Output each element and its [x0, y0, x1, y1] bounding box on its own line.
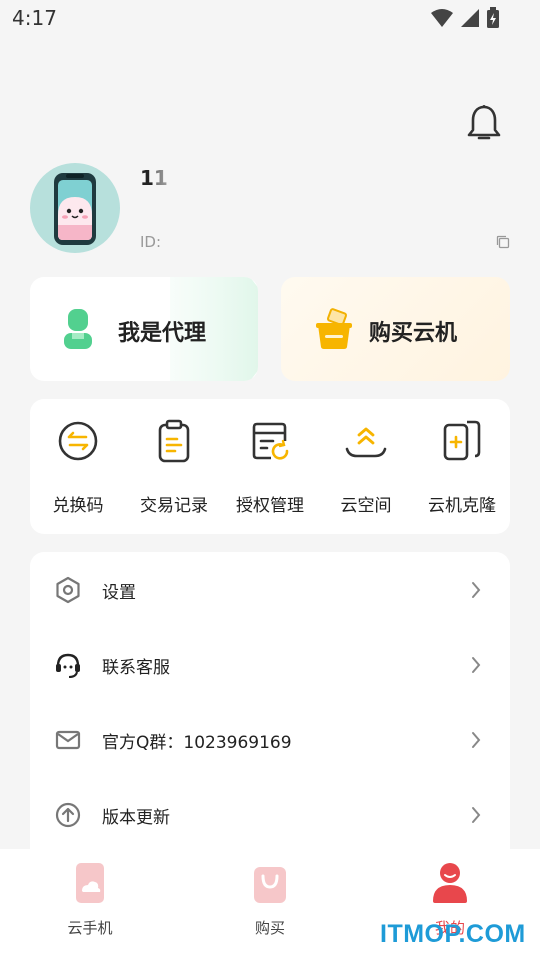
agent-person-icon: [58, 307, 98, 351]
menu-item-version-update[interactable]: 版本更新: [30, 777, 510, 852]
update-icon: [55, 802, 81, 828]
exchange-icon: [58, 421, 98, 461]
quick-action-label: 云机克隆: [428, 496, 496, 516]
quick-actions-grid: 兑换码 交易记录 授权管理 云空间 云机克隆: [30, 399, 510, 534]
clipboard-icon: [158, 419, 190, 463]
chevron-right-icon: [472, 807, 481, 823]
quick-action-authorization[interactable]: 授权管理: [222, 399, 318, 534]
menu-item-label: 官方Q群：1023969169: [102, 733, 292, 753]
agent-card[interactable]: 我是代理: [30, 277, 258, 381]
settings-icon: [56, 576, 80, 604]
user-id: ID:: [140, 233, 480, 253]
menu-item-settings[interactable]: 设置: [30, 552, 510, 627]
menu-list: 设置 联系客服 官方Q群：1023969169 版本更新: [30, 552, 510, 872]
quick-action-label: 兑换码: [52, 496, 104, 516]
cell-signal-icon: [461, 9, 479, 27]
quick-action-label: 云空间: [340, 496, 392, 516]
nav-label: 云手机: [67, 919, 113, 937]
username: 11: [140, 166, 274, 190]
quick-action-clone[interactable]: 云机克隆: [414, 399, 510, 534]
chevron-right-icon: [472, 582, 481, 598]
chevron-right-icon: [472, 732, 481, 748]
menu-item-label: 版本更新: [102, 808, 170, 828]
wifi-icon: [431, 9, 453, 27]
menu-item-label: 设置: [102, 583, 136, 603]
nav-tab-purchase[interactable]: 购买: [180, 849, 360, 960]
agent-label: 我是代理: [118, 321, 207, 346]
nav-label: 购买: [254, 919, 285, 937]
watermark: ITMOP.COM: [380, 920, 526, 948]
menu-item-customer-service[interactable]: 联系客服: [30, 627, 510, 702]
battery-icon: [487, 7, 499, 28]
quick-action-label: 交易记录: [140, 496, 208, 516]
mail-icon: [55, 730, 81, 750]
quick-action-transaction-records[interactable]: 交易记录: [126, 399, 222, 534]
buy-label: 购买云机: [369, 321, 458, 346]
chevron-right-icon: [472, 657, 481, 673]
menu-item-official-qq-group[interactable]: 官方Q群：1023969169: [30, 702, 510, 777]
quick-action-label: 授权管理: [236, 496, 304, 516]
clone-phone-icon: [443, 420, 481, 461]
quick-action-cloud-space[interactable]: 云空间: [318, 399, 414, 534]
copy-icon[interactable]: [496, 234, 510, 249]
status-time: 4:17: [12, 6, 57, 30]
shopping-bag-icon: [254, 867, 286, 903]
notification-bell-icon[interactable]: [466, 104, 502, 142]
profile-icon: [433, 863, 467, 903]
status-bar: 4:17: [0, 0, 540, 38]
menu-item-label: 联系客服: [102, 658, 170, 678]
buy-cloud-phone-card[interactable]: 购买云机: [281, 277, 510, 381]
cloud-space-icon: [345, 427, 387, 458]
status-icons: [430, 7, 500, 29]
shopping-basket-icon: [315, 307, 353, 351]
nav-tab-cloud-phone[interactable]: 云手机: [0, 849, 180, 960]
avatar[interactable]: [30, 163, 120, 253]
quick-action-redeem-code[interactable]: 兑换码: [30, 399, 126, 534]
headset-icon: [56, 653, 80, 678]
authorization-icon: [252, 422, 289, 460]
cloud-phone-icon: [76, 863, 104, 903]
